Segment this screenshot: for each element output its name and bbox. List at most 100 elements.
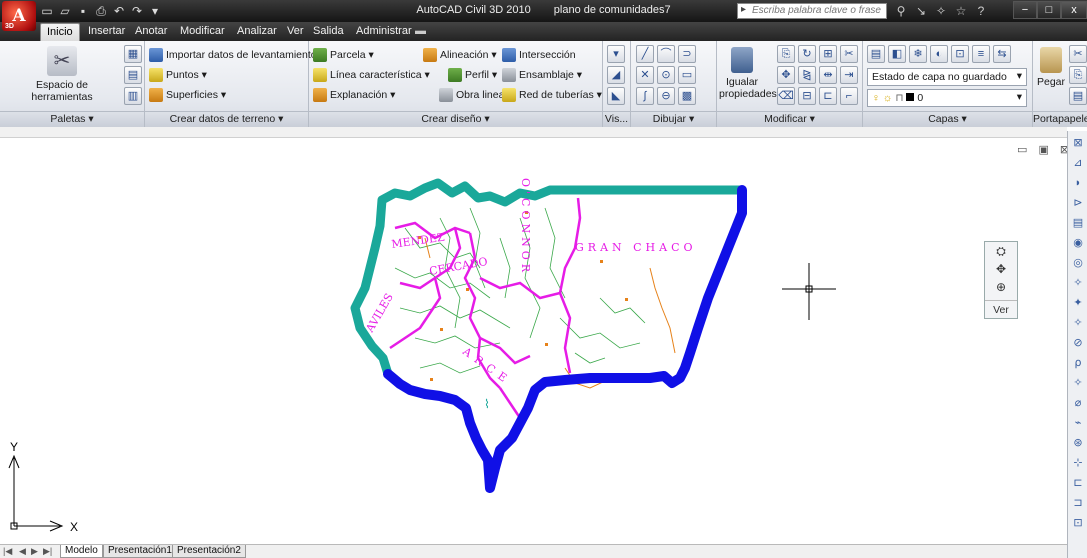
match-properties-button[interactable]: Igualar propiedades — [719, 47, 777, 100]
fillet-icon[interactable]: ⌐ — [840, 87, 858, 105]
tab-analizar[interactable]: Analizar — [237, 25, 277, 37]
tab-presentacion1[interactable]: Presentación1 — [103, 545, 177, 558]
favorites-icon[interactable]: ☆ — [953, 3, 969, 19]
palette-icon-2[interactable]: ▤ — [124, 66, 142, 84]
toolbar-icon-9[interactable]: ✦ — [1070, 295, 1086, 311]
toolbar-icon-13[interactable]: ✧ — [1070, 375, 1086, 391]
tab-modelo[interactable]: Modelo — [60, 545, 103, 558]
profile-button[interactable]: Perfil ▾ — [448, 68, 497, 82]
points-button[interactable]: Puntos ▾ — [149, 68, 207, 82]
alignment-button[interactable]: Alineación ▾ — [423, 48, 497, 62]
drawing-window-controls[interactable]: ▭ ▣ ⊠ — [1017, 143, 1073, 156]
pan-icon[interactable]: ✥ — [985, 260, 1017, 278]
last-layout-icon[interactable]: ▶| — [43, 546, 52, 557]
toolbar-icon-2[interactable]: ⊿ — [1070, 155, 1086, 171]
tab-salida[interactable]: Salida — [313, 25, 344, 37]
toolbar-icon-4[interactable]: ⊳ — [1070, 195, 1086, 211]
mirror-icon[interactable]: ⧎ — [798, 66, 816, 84]
layer-properties-icon[interactable]: ▤ — [867, 45, 885, 63]
toolbar-icon-15[interactable]: ⌁ — [1070, 415, 1086, 431]
search-input[interactable]: Escriba palabra clave o frase — [737, 3, 887, 19]
tab-anotar[interactable]: Anotar — [135, 25, 167, 37]
toolbar-icon-1[interactable]: ⊠ — [1070, 135, 1086, 151]
rectangle-icon[interactable]: ▭ — [678, 66, 696, 84]
maximize-button[interactable]: □ — [1037, 1, 1061, 19]
layer-isolate-icon[interactable]: ◧ — [888, 45, 906, 63]
assembly-button[interactable]: Ensamblaje ▾ — [502, 68, 582, 82]
subscription-icon[interactable]: ✧ — [933, 3, 949, 19]
panel-title-capas[interactable]: Capas ▾ — [863, 111, 1032, 127]
panel-title-dibujar[interactable]: Dibujar ▾ — [631, 111, 716, 127]
stretch-icon[interactable]: ⇹ — [819, 66, 837, 84]
extend-icon[interactable]: ⇥ — [840, 66, 858, 84]
toolbar-icon-12[interactable]: ⍴ — [1070, 355, 1086, 371]
match-clip-icon[interactable]: ▤ — [1069, 87, 1087, 105]
toolbar-icon-8[interactable]: ✧ — [1070, 275, 1086, 291]
trim-icon[interactable]: ✂ — [840, 45, 858, 63]
tab-insertar[interactable]: Insertar — [88, 25, 125, 37]
toolbar-icon-7[interactable]: ◎ — [1070, 255, 1086, 271]
intersection-button[interactable]: Intersección — [502, 48, 576, 62]
erase-icon[interactable]: ⌫ — [777, 87, 795, 105]
prev-layout-icon[interactable]: ◀ — [19, 546, 26, 557]
help-icon[interactable]: ? — [973, 3, 989, 19]
layer-lock-icon[interactable]: ⊡ — [951, 45, 969, 63]
line-icon[interactable]: ╱ — [636, 45, 654, 63]
toolbar-icon-3[interactable]: ◗ — [1070, 175, 1086, 191]
steering-wheel-icon[interactable]: ⛭ — [985, 242, 1017, 260]
toolbar-icon-11[interactable]: ⊘ — [1070, 335, 1086, 351]
panel-title-terreno[interactable]: Crear datos de terreno ▾ — [145, 111, 308, 127]
tab-extra-icon[interactable]: ▬ — [415, 25, 426, 37]
circle-icon[interactable]: ⊙ — [657, 66, 675, 84]
paste-button[interactable]: Pegar — [1035, 47, 1067, 88]
layer-off-icon[interactable]: ◐ — [930, 45, 948, 63]
copy-icon[interactable]: ⎘ — [777, 45, 795, 63]
panel-title-portapapeles[interactable]: Portapapeles — [1033, 111, 1087, 127]
vis-icon-2[interactable]: ◢ — [607, 66, 625, 84]
application-menu-button[interactable]: A 3D — [2, 1, 36, 31]
palette-icon-1[interactable]: ▦ — [124, 45, 142, 63]
toolbar-icon-18[interactable]: ⊏ — [1070, 475, 1086, 491]
binoculars-icon[interactable]: ⚲ — [893, 3, 909, 19]
spline-icon[interactable]: ∫ — [636, 87, 654, 105]
close-button[interactable]: x — [1061, 1, 1087, 19]
feature-line-button[interactable]: Línea característica ▾ — [313, 68, 430, 82]
layer-select[interactable]: ♀ ☼ ⊓ 0 ▾ — [867, 89, 1027, 107]
communication-icon[interactable]: ↘ — [913, 3, 929, 19]
zoom-icon[interactable]: ⊕ — [985, 278, 1017, 296]
toolbar-icon-14[interactable]: ⌀ — [1070, 395, 1086, 411]
panel-title-vis[interactable]: Vis... — [603, 111, 630, 127]
vis-icon-1[interactable]: ▾ — [607, 45, 625, 63]
toolbar-icon-20[interactable]: ⊡ — [1070, 515, 1086, 531]
toolbar-icon-17[interactable]: ⊹ — [1070, 455, 1086, 471]
panel-title-paletas[interactable]: Paletas ▾ — [0, 111, 144, 127]
toolbar-icon-5[interactable]: ▤ — [1070, 215, 1086, 231]
toolbar-icon-10[interactable]: ✧ — [1070, 315, 1086, 331]
tab-inicio[interactable]: Inicio — [40, 23, 80, 41]
import-survey-button[interactable]: Importar datos de levantamiento — [149, 48, 317, 62]
rotate-icon[interactable]: ↻ — [798, 45, 816, 63]
layer-state-select[interactable]: Estado de capa no guardado ▾ — [867, 68, 1027, 86]
tab-ver[interactable]: Ver — [287, 25, 304, 37]
pipe-network-button[interactable]: Red de tuberías ▾ — [502, 88, 602, 102]
layer-freeze-icon[interactable]: ❄ — [909, 45, 927, 63]
next-layout-icon[interactable]: ▶ — [31, 546, 38, 557]
surfaces-button[interactable]: Superficies ▾ — [149, 88, 226, 102]
tab-presentacion2[interactable]: Presentación2 — [172, 545, 246, 558]
toolbar-icon-16[interactable]: ⊛ — [1070, 435, 1086, 451]
first-layout-icon[interactable]: |◀ — [3, 546, 12, 557]
minimize-button[interactable]: − — [1013, 1, 1037, 19]
ellipse-icon[interactable]: ⊖ — [657, 87, 675, 105]
polyline-icon[interactable]: ⌒ — [657, 45, 675, 63]
toolbar-icon-6[interactable]: ◉ — [1070, 235, 1086, 251]
array-icon[interactable]: ⊟ — [798, 87, 816, 105]
palette-icon-3[interactable]: ▥ — [124, 87, 142, 105]
grading-button[interactable]: Explanación ▾ — [313, 88, 395, 102]
tab-administrar[interactable]: Administrar — [356, 25, 412, 37]
copy-clip-icon[interactable]: ⎘ — [1069, 66, 1087, 84]
tool-space-button[interactable]: ✂ Espacio de herramientas — [4, 46, 120, 103]
hatch-icon[interactable]: ▩ — [678, 87, 696, 105]
offset-icon[interactable]: ⊏ — [819, 87, 837, 105]
layer-match-icon[interactable]: ≡ — [972, 45, 990, 63]
toolbar-icon-19[interactable]: ⊐ — [1070, 495, 1086, 511]
